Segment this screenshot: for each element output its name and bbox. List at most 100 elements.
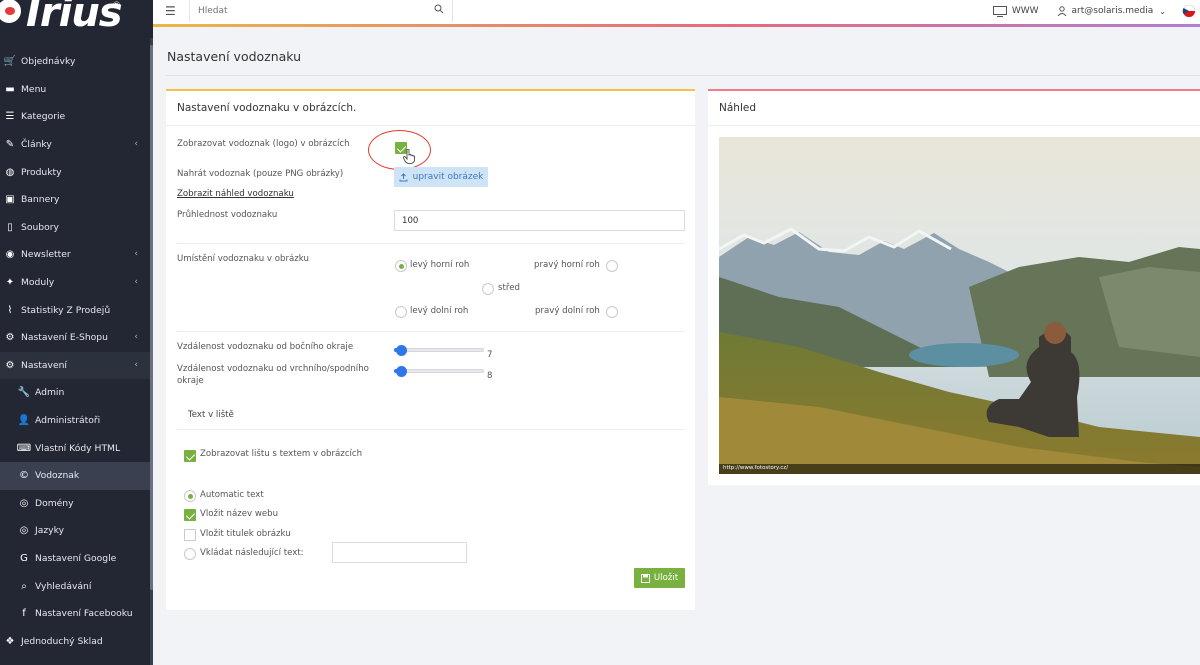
top-distance-slider[interactable]	[394, 366, 484, 377]
position-bottom-right-radio[interactable]	[606, 306, 618, 318]
side-distance-slider[interactable]	[394, 345, 484, 356]
custom-text-input[interactable]	[332, 542, 467, 563]
automatic-text-radio[interactable]	[184, 490, 196, 502]
slider-track	[394, 369, 484, 373]
show-watermark-label: Zobrazovat vodoznak (logo) v obrázcích	[177, 139, 350, 149]
search-icon: ⌕	[21, 580, 27, 592]
logo-emblem-icon	[0, 0, 24, 26]
brand-logo[interactable]: Irius ®	[0, 0, 153, 40]
page-title: Nastavení vodoznaku	[167, 49, 302, 64]
globe-icon: ◎	[19, 525, 29, 537]
insert-custom-text-radio[interactable]	[184, 548, 196, 560]
sidebar-item-label: Domény	[35, 497, 74, 509]
sidebar-item-objedn-vky[interactable]: 🛒 Objednávky	[0, 48, 150, 76]
top-distance-value: 8	[487, 371, 493, 381]
sidebar-item-moduly[interactable]: ✦ Moduly ‹	[0, 269, 150, 297]
sidebar-item-nastaven-google[interactable]: G Nastavení Google	[0, 545, 150, 573]
image-icon: ▣	[5, 194, 15, 206]
upload-image-button[interactable]: upravit obrázek	[394, 167, 488, 187]
opacity-label: Průhlednost vodoznaku	[177, 210, 278, 220]
sidebar-item-label: Moduly	[21, 277, 55, 289]
sidebar-item-nastaven-e-shopu[interactable]: ⚙ Nastavení E-Shopu ‹	[0, 324, 150, 352]
user-menu[interactable]: art@solaris.media ⌄	[1057, 6, 1166, 16]
chevron-left-icon: ‹	[134, 359, 138, 370]
upload-watermark-label: Nahrát vodoznak (pouze PNG obrázky)	[177, 169, 344, 179]
position-label: Umístění vodoznaku v obrázku	[177, 254, 309, 264]
slider-thumb[interactable]	[396, 345, 407, 356]
insert-site-name-checkbox[interactable]	[184, 509, 196, 521]
sidebar-item-statistiky-z-prodej[interactable]: ⌇ Statistiky Z Prodejů	[0, 296, 150, 324]
sidebar-scrollbar-thumb[interactable]	[150, 45, 153, 590]
sidebar-item-label: Admin	[35, 387, 65, 399]
www-link[interactable]: WWW	[992, 5, 1039, 17]
sidebar-item-label: Administrátoři	[35, 415, 101, 427]
show-bar-checkbox[interactable]	[184, 450, 196, 462]
gears-icon: ⚙	[5, 332, 15, 344]
sidebar-item-label: Vlastní Kódy HTML	[35, 442, 121, 454]
chevron-left-icon: ‹	[134, 331, 138, 342]
slider-thumb[interactable]	[396, 366, 407, 377]
sidebar-item-jednoduch-sklad[interactable]: ❖ Jednoduchý Sklad	[0, 627, 150, 655]
position-top-left-radio[interactable]	[395, 260, 407, 272]
sidebar-item-kategorie[interactable]: ☰ Kategorie	[0, 103, 150, 131]
sidebar-item-menu[interactable]: ▬ Menu	[0, 76, 150, 104]
sidebar-item-bannery[interactable]: ▣ Bannery	[0, 186, 150, 214]
position-top-right-radio[interactable]	[606, 260, 618, 272]
sidebar-item-label: Nastavení Google	[35, 552, 117, 564]
topbar: ☰ WWW art@solaris.media ⌄	[153, 0, 1200, 27]
preview-image: http://www.fotostory.cz/	[719, 137, 1200, 474]
sidebar-item-nastaven-facebooku[interactable]: f Nastavení Facebooku	[0, 600, 150, 628]
newsletter-icon: ◉	[5, 249, 15, 261]
sidebar-item-nastaven[interactable]: ⚙ Nastavení ‹	[0, 351, 150, 380]
sidebar-item-dom-ny[interactable]: ◎ Domény	[0, 490, 150, 518]
sidebar-item-newsletter[interactable]: ◉ Newsletter ‹	[0, 241, 150, 269]
sidebar-item-admin[interactable]: 🔧 Admin	[0, 379, 150, 407]
preview-card: Náhled http://www.fotostory.cz/	[708, 89, 1200, 485]
watermark-settings-title: Nastavení vodoznaku v obrázcích.	[166, 91, 695, 126]
position-center-radio[interactable]	[482, 283, 494, 295]
hand-cursor-icon	[403, 149, 415, 164]
position-bottom-left-label: levý dolní roh	[410, 306, 469, 316]
sidebar: Irius ® 🛒 Objednávky ▬ Menu ☰ Kategorie ✎ Článk…	[0, 0, 153, 665]
sidebar-item-label: Články	[21, 139, 52, 151]
list-icon: ☰	[5, 111, 15, 123]
language-flag-icon[interactable]	[1182, 4, 1196, 18]
sidebar-item-jazyky[interactable]: ◎ Jazyky	[0, 517, 150, 545]
logo-registered-mark: ®	[112, 1, 121, 11]
copyright-icon: ©	[19, 470, 29, 482]
search-input[interactable]	[198, 4, 418, 18]
sidebar-item-vyhled-v-n[interactable]: ⌕ Vyhledávání	[0, 572, 150, 600]
user-email: art@solaris.media	[1071, 6, 1154, 16]
search-icon[interactable]	[434, 4, 444, 14]
upload-image-label: upravit obrázek	[412, 172, 484, 182]
insert-custom-text-label: Vkládat následující text:	[200, 548, 304, 558]
upload-icon	[399, 172, 408, 181]
sidebar-item-soubory[interactable]: ▯ Soubory	[0, 214, 150, 242]
insert-site-name-label: Vložit název webu	[200, 509, 279, 519]
sidebar-item-produkty[interactable]: ◍ Produkty	[0, 158, 150, 186]
gears-icon: ⚙	[5, 359, 15, 371]
watermark-caption: http://www.fotostory.cz/	[723, 465, 789, 471]
sidebar-item-label: Vyhledávání	[35, 580, 92, 592]
preview-watermark-link[interactable]: Zobrazit náhled vodoznaku	[177, 189, 294, 199]
opacity-input[interactable]: 100	[394, 210, 685, 231]
tab-divider	[177, 429, 685, 430]
position-bottom-left-radio[interactable]	[395, 306, 407, 318]
mountain-landscape-image	[719, 137, 1200, 474]
user-icon	[1057, 6, 1066, 16]
sidebar-item-vodoznak[interactable]: © Vodoznak	[0, 461, 150, 490]
sidebar-item-l-nky[interactable]: ✎ Články ‹	[0, 131, 150, 159]
tab-text-bar[interactable]: Text v liště	[188, 410, 234, 420]
sidebar-item-vlastn-k-dy-html[interactable]: ⌨ Vlastní Kódy HTML	[0, 434, 150, 462]
section-divider	[177, 243, 685, 244]
insert-image-title-checkbox[interactable]	[184, 529, 196, 541]
sidebar-item-label: Produkty	[21, 166, 62, 178]
puzzle-icon: ✦	[5, 277, 15, 289]
save-button[interactable]: Uložit	[634, 568, 685, 588]
position-top-right-label: pravý horní roh	[534, 260, 600, 270]
sidebar-item-administr-to-i[interactable]: 👤 Administrátoři	[0, 407, 150, 435]
position-bottom-right-label: pravý dolní roh	[535, 306, 600, 316]
position-top-left-label: levý horní roh	[410, 260, 470, 270]
hamburger-menu-icon[interactable]: ☰	[165, 4, 176, 18]
wrench-icon: 🔧	[17, 387, 31, 399]
